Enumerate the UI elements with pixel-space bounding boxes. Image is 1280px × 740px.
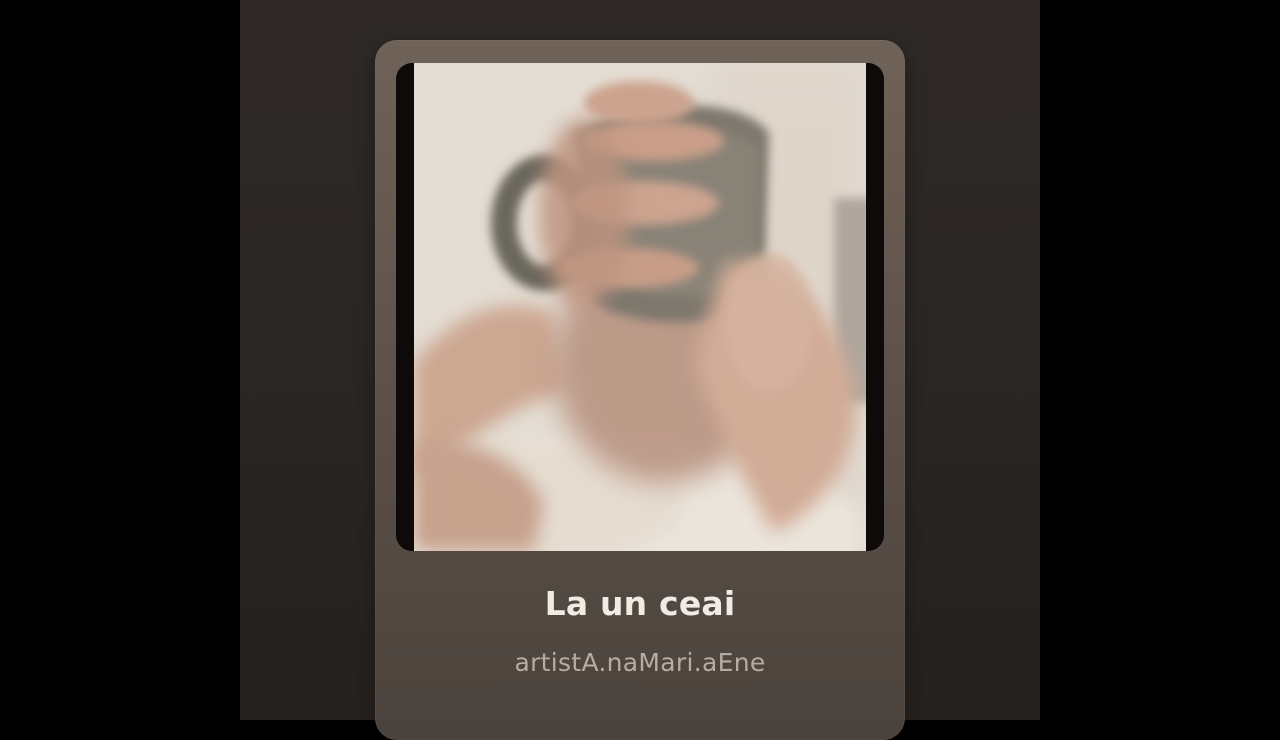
album-art-image [414,63,866,551]
video-frame: La un ceai artistA.naMari.aEne [0,0,1280,740]
album-art-frame [396,63,884,551]
album-art [414,63,866,551]
track-artist: artistA.naMari.aEne [514,648,766,677]
track-title: La un ceai [544,584,736,623]
